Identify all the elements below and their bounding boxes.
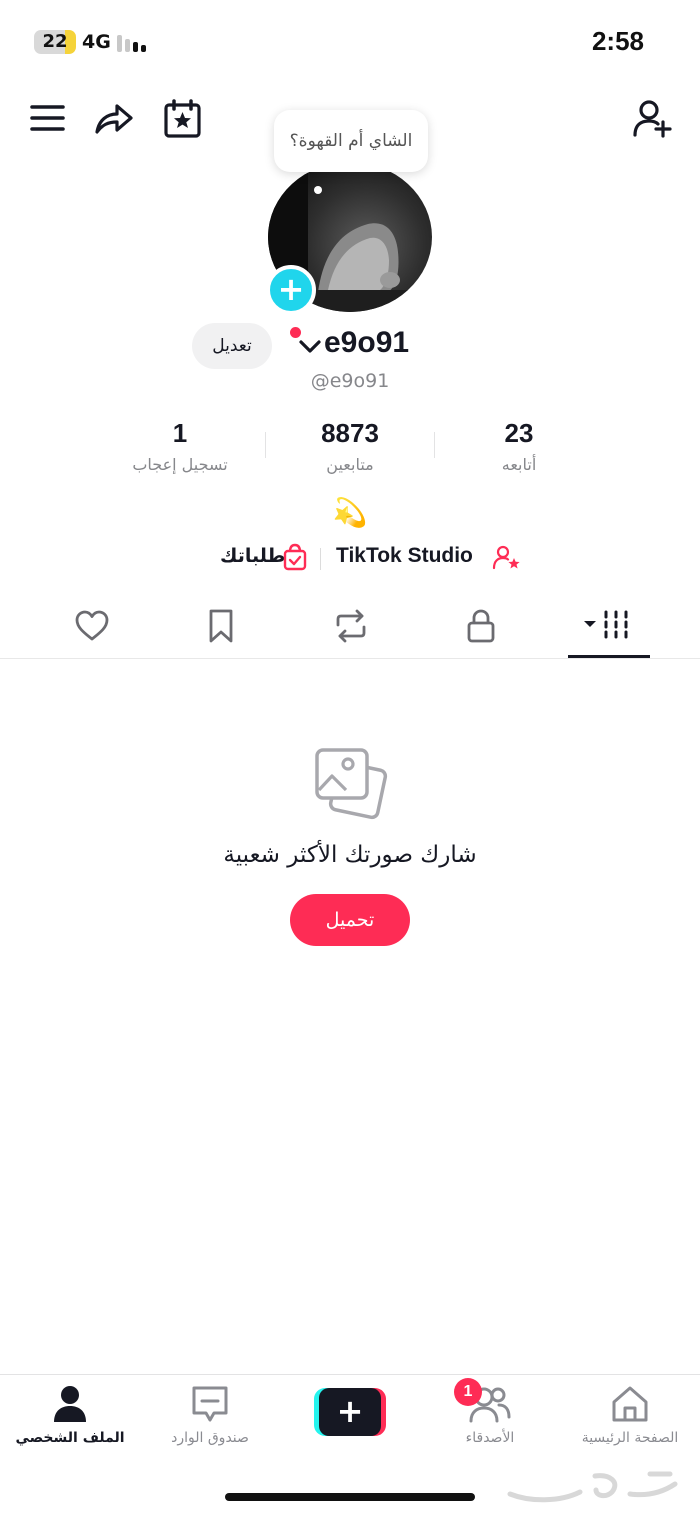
heart-icon	[75, 610, 109, 641]
share-icon[interactable]	[93, 98, 135, 140]
following-label: أتابعه	[501, 455, 537, 474]
nav-home-label: الصفحة الرئيسية	[581, 1430, 679, 1446]
shopping-bag-icon	[283, 543, 307, 571]
status-bar: 22 4G 2:58	[0, 0, 700, 80]
username-handle: @e9o91	[310, 370, 390, 392]
tab-reposts[interactable]	[310, 600, 390, 656]
likes-stat[interactable]: 1 تسجيل إعجاب	[100, 418, 260, 474]
create-plus-icon: +	[319, 1388, 381, 1436]
nav-home[interactable]: الصفحة الرئيسية	[565, 1382, 695, 1462]
display-name[interactable]: e9o91	[324, 326, 409, 360]
calendar-star-icon[interactable]	[162, 98, 204, 140]
friends-notification-badge: 1	[454, 1378, 482, 1406]
add-avatar-button[interactable]: +	[266, 265, 316, 315]
nav-profile-label: الملف الشخصي	[15, 1430, 125, 1446]
note-bubble[interactable]: الشاي أم القهوة؟	[274, 110, 428, 172]
nav-inbox[interactable]: صندوق الوارد	[145, 1382, 275, 1462]
clock: 2:58	[591, 26, 644, 56]
repost-icon	[336, 609, 366, 643]
chevron-down-icon[interactable]	[298, 338, 322, 356]
nav-inbox-label: صندوق الوارد	[171, 1430, 249, 1446]
bottom-nav-divider	[0, 1374, 700, 1375]
empty-state-message: شارك صورتك الأكثر شعبية	[223, 842, 477, 868]
menu-icon[interactable]	[27, 98, 69, 140]
likes-label: تسجيل إعجاب	[132, 455, 228, 474]
create-button[interactable]: +	[314, 1388, 386, 1436]
status-dot	[290, 327, 301, 338]
tabs-divider	[0, 658, 700, 659]
upload-button[interactable]: تحميل	[290, 894, 410, 946]
watermark-logo	[500, 1464, 690, 1508]
bio: 💫	[332, 496, 368, 529]
tab-private[interactable]	[440, 600, 520, 656]
followers-stat[interactable]: 8873 متابعين	[270, 418, 430, 474]
battery-level: 22	[42, 31, 68, 52]
studio-label: TikTok Studio	[336, 544, 473, 567]
profile-icon	[54, 1386, 86, 1422]
followers-label: متابعين	[326, 455, 374, 474]
inbox-icon	[192, 1386, 228, 1422]
signal-icon	[117, 32, 153, 52]
edit-profile-button[interactable]: تعديل	[192, 323, 272, 369]
links-divider	[320, 548, 321, 570]
nav-friends[interactable]: الأصدقاء	[425, 1382, 555, 1462]
creator-star-icon	[492, 545, 520, 570]
photos-icon	[312, 746, 388, 820]
tab-favorites[interactable]	[180, 600, 260, 656]
likes-count: 1	[172, 418, 188, 448]
followers-count: 8873	[321, 418, 379, 448]
stat-divider	[434, 432, 435, 458]
nav-friends-label: الأصدقاء	[465, 1430, 515, 1446]
stat-divider	[265, 432, 266, 458]
home-indicator[interactable]	[225, 1493, 475, 1501]
tab-videos[interactable]	[568, 600, 650, 656]
lock-icon	[467, 609, 495, 643]
following-count: 23	[504, 418, 534, 448]
bubble-tail	[314, 186, 322, 194]
tab-liked[interactable]	[51, 600, 131, 656]
nav-profile[interactable]: الملف الشخصي	[5, 1382, 135, 1462]
home-icon	[612, 1386, 648, 1422]
orders-label: طلباتك	[220, 545, 286, 567]
grid-icon	[584, 610, 628, 639]
add-friend-icon[interactable]	[632, 98, 674, 140]
following-stat[interactable]: 23 أتابعه	[439, 418, 599, 474]
bookmark-icon	[209, 609, 233, 643]
network-type: 4G	[82, 31, 111, 53]
battery-icon: 22	[34, 30, 76, 54]
